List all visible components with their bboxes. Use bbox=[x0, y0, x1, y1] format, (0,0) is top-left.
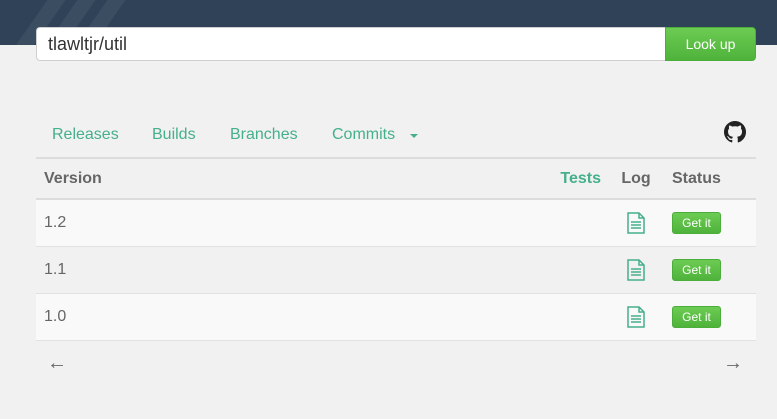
get-it-button[interactable]: Get it bbox=[672, 305, 721, 328]
versions-table: Version Tests Log Status 1.2 Get it 1.1 bbox=[36, 159, 756, 341]
document-icon[interactable] bbox=[626, 305, 646, 328]
tests-cell bbox=[533, 293, 609, 341]
version-cell: 1.2 bbox=[36, 199, 533, 247]
get-it-button[interactable]: Get it bbox=[672, 258, 721, 281]
log-cell bbox=[609, 246, 663, 294]
tests-cell bbox=[533, 199, 609, 247]
table-row: 1.1 Get it bbox=[36, 246, 756, 294]
status-cell: Get it bbox=[663, 199, 756, 247]
column-header-log: Log bbox=[609, 159, 663, 200]
column-header-status: Status bbox=[663, 159, 756, 200]
repo-search-input[interactable] bbox=[36, 27, 665, 61]
tab-bar: Releases Builds Branches Commits bbox=[36, 116, 756, 159]
table-row: 1.2 Get it bbox=[36, 199, 756, 247]
log-cell bbox=[609, 199, 663, 247]
tab-builds[interactable]: Builds bbox=[152, 126, 196, 144]
search-bar: Look up bbox=[36, 27, 756, 61]
table-header-row: Version Tests Log Status bbox=[36, 159, 756, 200]
previous-page-arrow[interactable]: ← bbox=[47, 352, 67, 375]
version-cell: 1.1 bbox=[36, 246, 533, 294]
status-cell: Get it bbox=[663, 246, 756, 294]
log-cell bbox=[609, 293, 663, 341]
document-icon[interactable] bbox=[626, 212, 646, 234]
next-page-arrow[interactable]: → bbox=[723, 352, 743, 375]
status-cell: Get it bbox=[663, 293, 756, 341]
look-up-button[interactable]: Look up bbox=[665, 27, 756, 61]
tab-commits[interactable]: Commits bbox=[332, 126, 395, 144]
caret-down-icon[interactable] bbox=[410, 134, 418, 138]
version-cell: 1.0 bbox=[36, 293, 533, 341]
tab-releases[interactable]: Releases bbox=[52, 126, 119, 144]
tests-cell bbox=[533, 246, 609, 294]
column-header-version: Version bbox=[36, 159, 533, 200]
column-header-tests[interactable]: Tests bbox=[533, 159, 609, 200]
document-icon[interactable] bbox=[626, 258, 646, 281]
github-icon[interactable] bbox=[724, 121, 746, 143]
get-it-button[interactable]: Get it bbox=[672, 211, 721, 234]
tab-branches[interactable]: Branches bbox=[230, 126, 298, 144]
table-row: 1.0 Get it bbox=[36, 293, 756, 341]
